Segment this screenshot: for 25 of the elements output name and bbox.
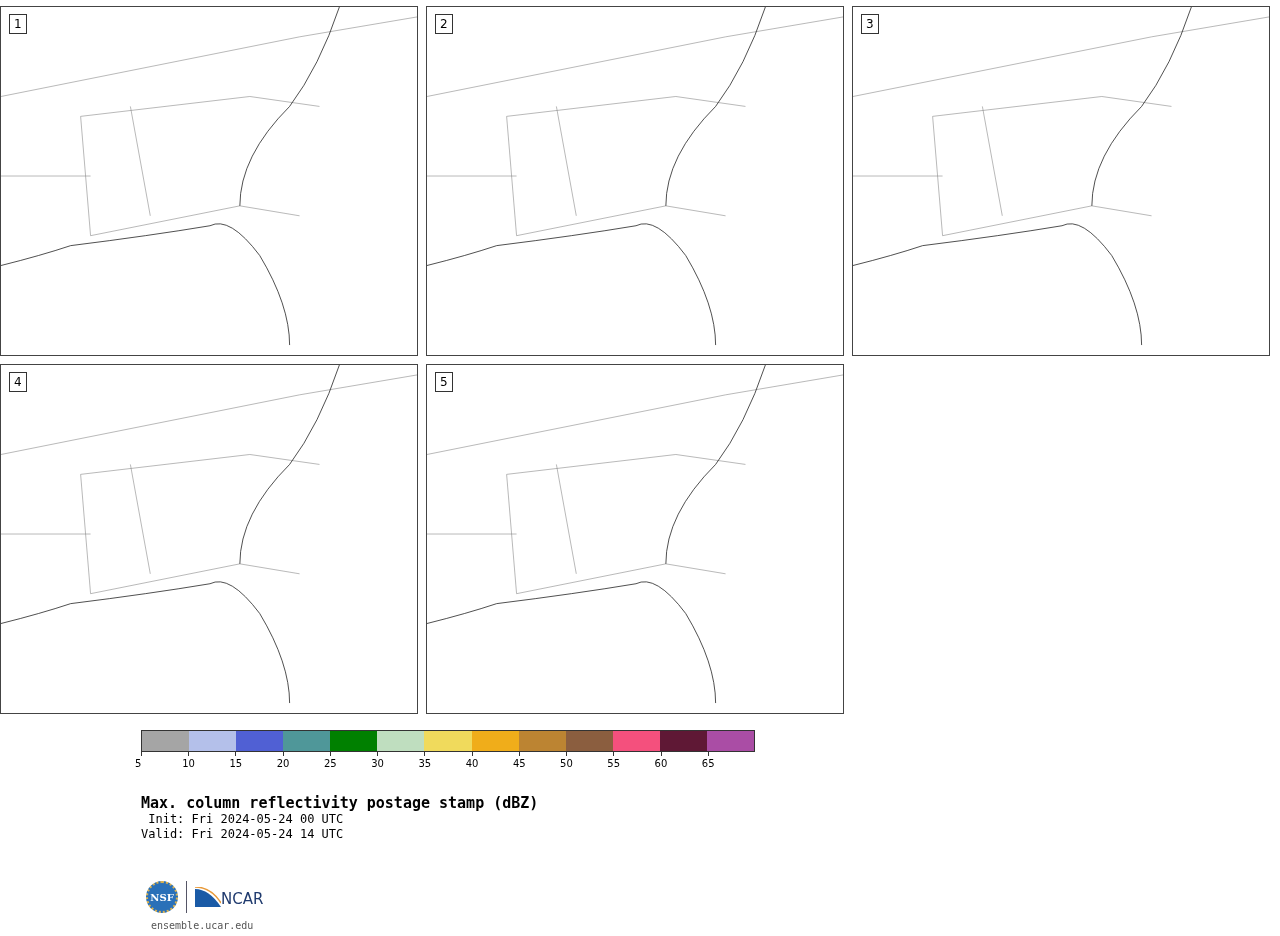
colorbar-tick-label: 25 — [323, 758, 337, 770]
panel-number: 3 — [861, 14, 879, 34]
colorbar-tick-label: 5 — [135, 758, 142, 770]
colorbar-tick-label: 45 — [512, 758, 526, 770]
colorbar-tick-label: 10 — [182, 758, 195, 770]
nsf-logo: NSF — [146, 881, 178, 913]
colorbar-tick-label: 55 — [607, 758, 621, 770]
init-time: Init: Fri 2024-05-24 00 UTC — [147, 812, 345, 827]
panel-number: 4 — [9, 372, 27, 392]
colorbar-tick-label: 15 — [229, 758, 243, 770]
colorbar-tick-label: 60 — [654, 758, 668, 770]
swoosh-icon — [195, 887, 221, 907]
site-url: ensemble.ucar.edu — [151, 920, 255, 932]
colorbar-tick-label: 50 — [560, 758, 573, 770]
ncar-logo-text: NCAR — [221, 891, 264, 907]
valid-time: Valid: Fri 2024-05-24 14 UTC — [141, 827, 345, 842]
panel-number: 5 — [435, 372, 453, 392]
figure-title: Max. column reflectivity postage stamp (dBZ) — [141, 794, 540, 812]
colorbar-tick-label: 35 — [418, 758, 432, 770]
colorbar-tick-label: 20 — [276, 758, 290, 770]
colorbar-tick-label: 65 — [701, 758, 715, 770]
colorbar-tick-label: 40 — [465, 758, 479, 770]
panel-number: 1 — [9, 14, 27, 34]
panel-number: 2 — [435, 14, 453, 34]
colorbar-tick-label: 30 — [371, 758, 384, 770]
